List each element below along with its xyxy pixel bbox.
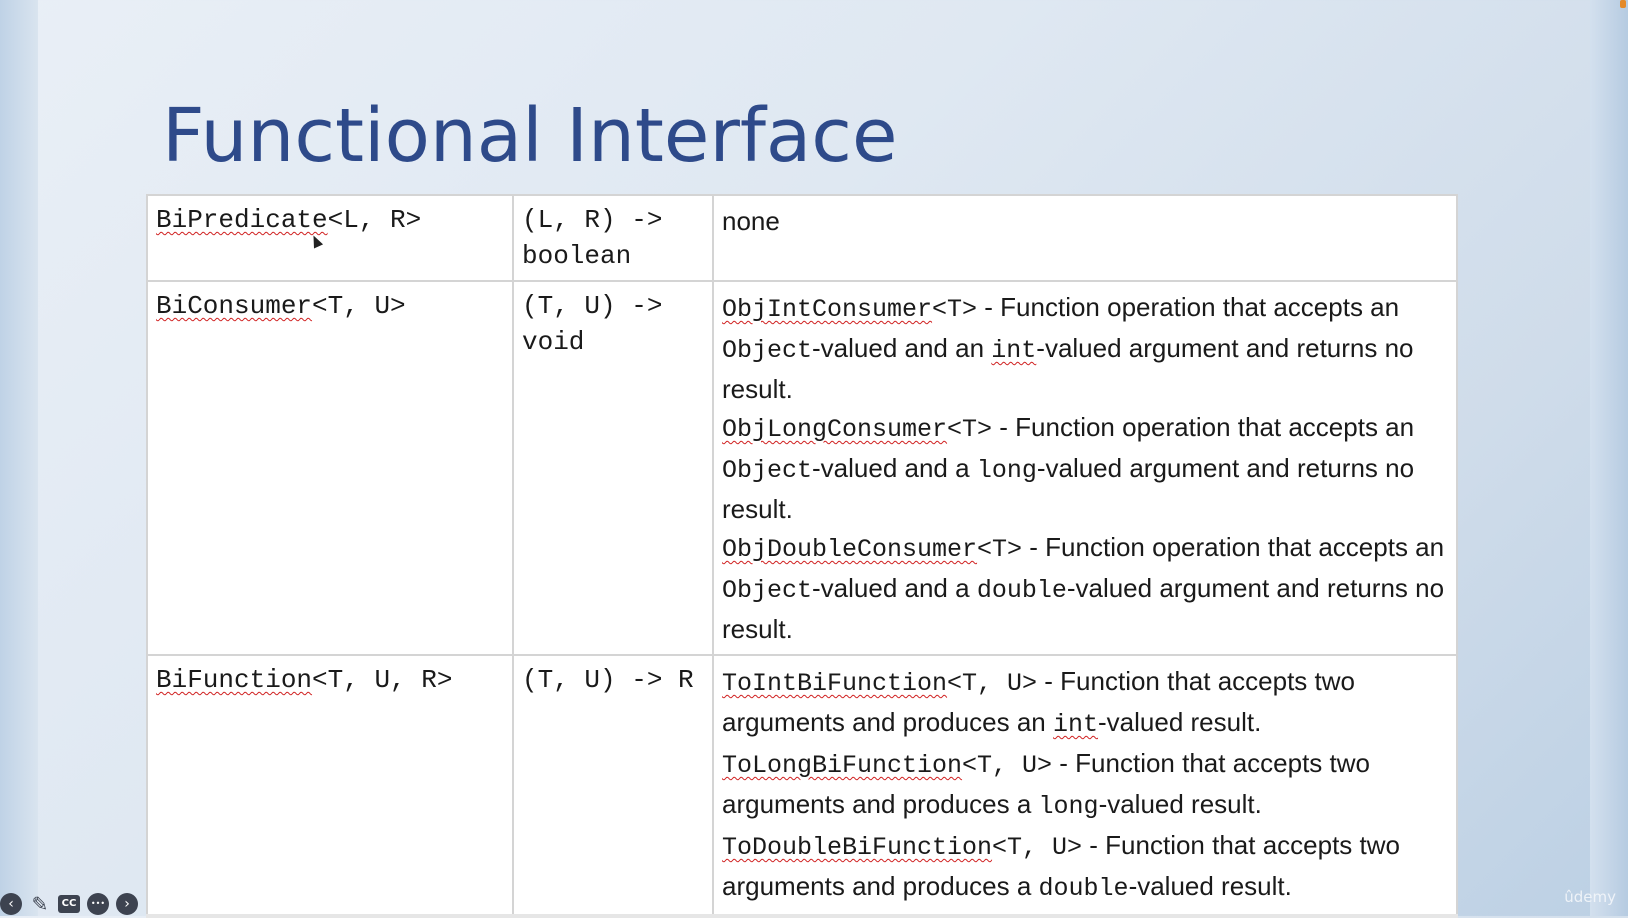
description-text: -valued result. [1128, 871, 1292, 901]
table-row: BiFunction<T, U, R> (T, U) -> R ToIntBiFun… [146, 654, 1458, 917]
captions-button[interactable]: CC [58, 895, 80, 913]
specialization-item: ToLongBiFunction<T, U> - Function that a… [722, 744, 1448, 826]
specialization-type-params: <T> [977, 535, 1023, 564]
interface-name: BiConsumer [156, 291, 313, 321]
code-keyword: Object [722, 576, 813, 605]
pen-button[interactable]: ✎ [29, 893, 51, 915]
captions-icon: CC [61, 898, 77, 909]
description-text: -valued and an [812, 333, 992, 363]
description-text: -valued and a [812, 453, 977, 483]
code-keyword: long [976, 456, 1037, 485]
code-keyword: Object [722, 456, 813, 485]
specialization-item: ToDoubleBiFunction<T, U> - Function that… [722, 826, 1448, 908]
specialization-type-params: <T> [932, 295, 978, 324]
specialization-type-params: <T> [947, 415, 993, 444]
signature-text: (L, R) -> boolean [522, 205, 679, 271]
specialization-type-name: none [722, 206, 780, 236]
specialization-type-params: <T, U> [947, 669, 1038, 698]
next-button[interactable]: › [116, 893, 138, 915]
interface-cell: BiFunction<T, U, R> [146, 654, 514, 917]
slide-title: Functional Interface [162, 93, 898, 179]
interface-cell: BiConsumer<T, U> [146, 280, 514, 656]
specialization-item: ToIntBiFunction<T, U> - Function that ac… [722, 662, 1448, 744]
specialization-type-name: ToDoubleBiFunction [722, 833, 993, 862]
code-keyword: double [976, 576, 1067, 605]
pen-icon: ✎ [31, 892, 49, 916]
specialization-type-name: ObjDoubleConsumer [722, 535, 978, 564]
description-text: -valued and a [812, 573, 977, 603]
signature-text: (T, U) -> R [522, 665, 694, 695]
next-icon: › [124, 896, 130, 912]
udemy-watermark: ûdemy [1564, 888, 1616, 906]
description-text: -valued result. [1098, 707, 1262, 737]
interface-name: BiFunction [156, 665, 313, 695]
functional-interface-table: BiPredicate<L, R> (L, R) -> boolean none Bi… [146, 194, 1458, 918]
interface-type-params: <L, R> [327, 205, 422, 235]
code-keyword: double [1038, 874, 1129, 903]
player-controls: ‹ ✎ CC ••• › [0, 892, 138, 916]
code-keyword: long [1038, 792, 1099, 821]
signature-cell: (T, U) -> void [512, 280, 714, 656]
table-row: BiConsumer<T, U> (T, U) -> void ObjIntCons… [146, 280, 1458, 656]
interface-type-params: <T, U, R> [312, 665, 453, 695]
description-text: - Function operation that accepts an [1022, 532, 1445, 562]
signature-cell: (L, R) -> boolean [512, 194, 714, 282]
interface-cell: BiPredicate<L, R> [146, 194, 514, 282]
description-text: - Function operation that accepts an [977, 292, 1400, 322]
signature-text: (T, U) -> void [522, 291, 679, 357]
table-row: BiPredicate<L, R> (L, R) -> boolean none [146, 194, 1458, 282]
previous-icon: ‹ [8, 896, 14, 912]
specialization-type-name: ObjLongConsumer [722, 415, 948, 444]
more-icon: ••• [90, 899, 106, 908]
code-keyword: Object [722, 336, 813, 365]
description-text: - Function operation that accepts an [992, 412, 1415, 442]
corner-indicator [1620, 0, 1626, 8]
specializations-cell: none [712, 194, 1458, 282]
slide-right-edge [1590, 0, 1628, 916]
code-keyword: int [1053, 710, 1099, 739]
interface-name: BiPredicate [156, 205, 328, 235]
specialization-type-params: <T, U> [962, 751, 1053, 780]
specialization-type-name: ToLongBiFunction [722, 751, 963, 780]
slide-left-edge [0, 0, 38, 916]
more-button[interactable]: ••• [87, 893, 109, 915]
specialization-item: ObjIntConsumer<T> - Function operation t… [722, 288, 1448, 408]
specialization-type-name: ObjIntConsumer [722, 295, 933, 324]
previous-button[interactable]: ‹ [0, 893, 22, 915]
specializations-cell: ToIntBiFunction<T, U> - Function that ac… [712, 654, 1458, 917]
signature-cell: (T, U) -> R [512, 654, 714, 917]
specialization-item: ObjDoubleConsumer<T> - Function operatio… [722, 528, 1448, 648]
specialization-item: ObjLongConsumer<T> - Function operation … [722, 408, 1448, 528]
specialization-type-name: ToIntBiFunction [722, 669, 948, 698]
specializations-cell: ObjIntConsumer<T> - Function operation t… [712, 280, 1458, 656]
description-text: -valued result. [1098, 789, 1262, 819]
interface-type-params: <T, U> [312, 291, 406, 321]
code-keyword: int [991, 336, 1037, 365]
specialization-type-params: <T, U> [992, 833, 1083, 862]
specialization-item: none [722, 202, 1448, 243]
